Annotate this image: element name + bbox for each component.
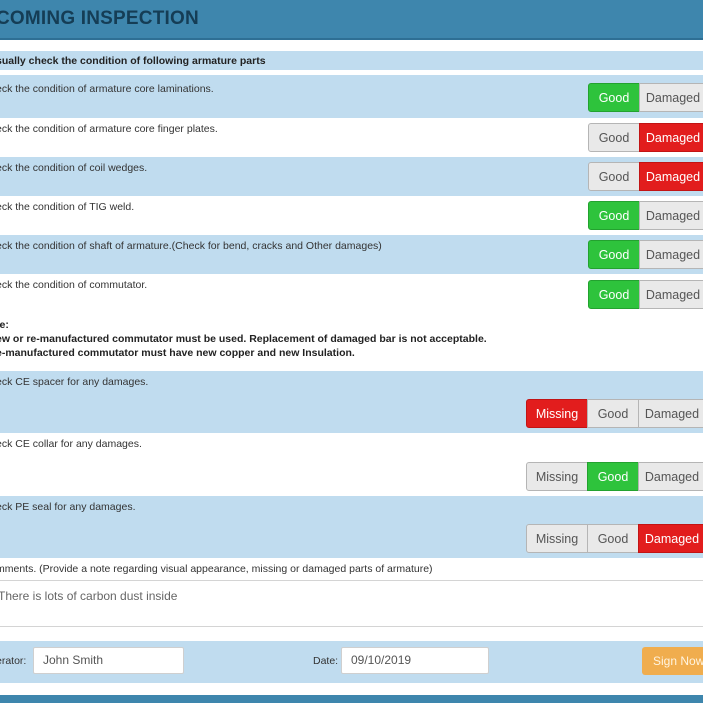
missing-button[interactable]: Missing — [526, 399, 588, 428]
good-button[interactable]: Good — [588, 83, 640, 112]
inspection-row-commutator: eck the condition of commutator. Good Da… — [0, 274, 703, 314]
inspection-row-shaft: eck the condition of shaft of armature.(… — [0, 235, 703, 274]
section-title: sually check the condition of following … — [0, 55, 266, 67]
choice-group: Missing Good Damaged — [526, 462, 703, 491]
note-line-1: ew or re-manufactured commutator must be… — [0, 333, 487, 345]
good-button[interactable]: Good — [588, 280, 640, 309]
inspection-row-pe-seal: eck PE seal for any damages. Missing Goo… — [0, 496, 703, 558]
item-label: eck the condition of armature core finge… — [0, 123, 218, 135]
comments-value: There is lots of carbon dust inside — [0, 589, 178, 603]
inspection-row-coil-wedges: eck the condition of coil wedges. Good D… — [0, 157, 703, 196]
note-block: te: ew or re-manufactured commutator mus… — [0, 314, 703, 369]
missing-button[interactable]: Missing — [526, 462, 588, 491]
missing-button[interactable]: Missing — [526, 524, 588, 553]
damaged-button[interactable]: Damaged — [638, 462, 703, 491]
page-header: COMING INSPECTION — [0, 0, 703, 40]
item-label: eck CE spacer for any damages. — [0, 376, 149, 388]
inspection-row-ce-spacer: eck CE spacer for any damages. Missing G… — [0, 371, 703, 433]
footer-bar — [0, 695, 703, 703]
good-button[interactable]: Good — [588, 240, 640, 269]
good-button[interactable]: Good — [587, 462, 639, 491]
choice-group: Good Damaged — [588, 240, 703, 269]
item-label: eck the condition of armature core lamin… — [0, 83, 214, 95]
inspection-row-tig-weld: eck the condition of TIG weld. Good Dama… — [0, 196, 703, 235]
item-label: eck the condition of commutator. — [0, 279, 148, 291]
choice-group: Good Damaged — [588, 162, 703, 191]
item-label: eck PE seal for any damages. — [0, 501, 136, 513]
damaged-button[interactable]: Damaged — [639, 280, 703, 309]
choice-group: Good Damaged — [588, 123, 703, 152]
item-label: eck the condition of coil wedges. — [0, 162, 148, 174]
choice-group: Good Damaged — [588, 201, 703, 230]
section-title-row: sually check the condition of following … — [0, 51, 703, 70]
choice-group: Good Damaged — [588, 280, 703, 309]
item-label: eck the condition of TIG weld. — [0, 201, 135, 213]
date-input[interactable]: 09/10/2019 — [341, 647, 489, 674]
choice-group: Good Damaged — [588, 83, 703, 112]
good-button[interactable]: Good — [587, 524, 639, 553]
good-button[interactable]: Good — [588, 162, 640, 191]
note-heading: te: — [0, 319, 9, 331]
inspection-row-ce-collar: eck CE collar for any damages. Missing G… — [0, 433, 703, 496]
page-title: COMING INSPECTION — [0, 8, 199, 29]
choice-group: Missing Good Damaged — [526, 399, 703, 428]
item-label: eck CE collar for any damages. — [0, 438, 142, 450]
choice-group: Missing Good Damaged — [526, 524, 703, 553]
comments-label-row: mments. (Provide a note regarding visual… — [0, 558, 703, 580]
good-button[interactable]: Good — [588, 123, 640, 152]
note-line-2: e-manufactured commutator must have new … — [0, 347, 355, 359]
good-button[interactable]: Good — [588, 201, 640, 230]
operator-input[interactable]: John Smith — [33, 647, 184, 674]
good-button[interactable]: Good — [587, 399, 639, 428]
damaged-button[interactable]: Damaged — [639, 240, 703, 269]
damaged-button[interactable]: Damaged — [639, 201, 703, 230]
damaged-button[interactable]: Damaged — [638, 399, 703, 428]
comments-label: mments. (Provide a note regarding visual… — [0, 563, 433, 575]
date-label: Date: — [313, 655, 339, 667]
damaged-button[interactable]: Damaged — [639, 162, 703, 191]
inspection-row-finger-plates: eck the condition of armature core finge… — [0, 118, 703, 157]
comments-textarea[interactable]: There is lots of carbon dust inside — [0, 580, 703, 627]
operator-label: erator: — [0, 655, 27, 667]
inspection-row-core-laminations: eck the condition of armature core lamin… — [0, 75, 703, 118]
sign-now-button[interactable]: Sign Now — [642, 647, 703, 675]
damaged-button[interactable]: Damaged — [639, 83, 703, 112]
damaged-button[interactable]: Damaged — [639, 123, 703, 152]
damaged-button[interactable]: Damaged — [638, 524, 703, 553]
item-label: eck the condition of shaft of armature.(… — [0, 240, 382, 252]
